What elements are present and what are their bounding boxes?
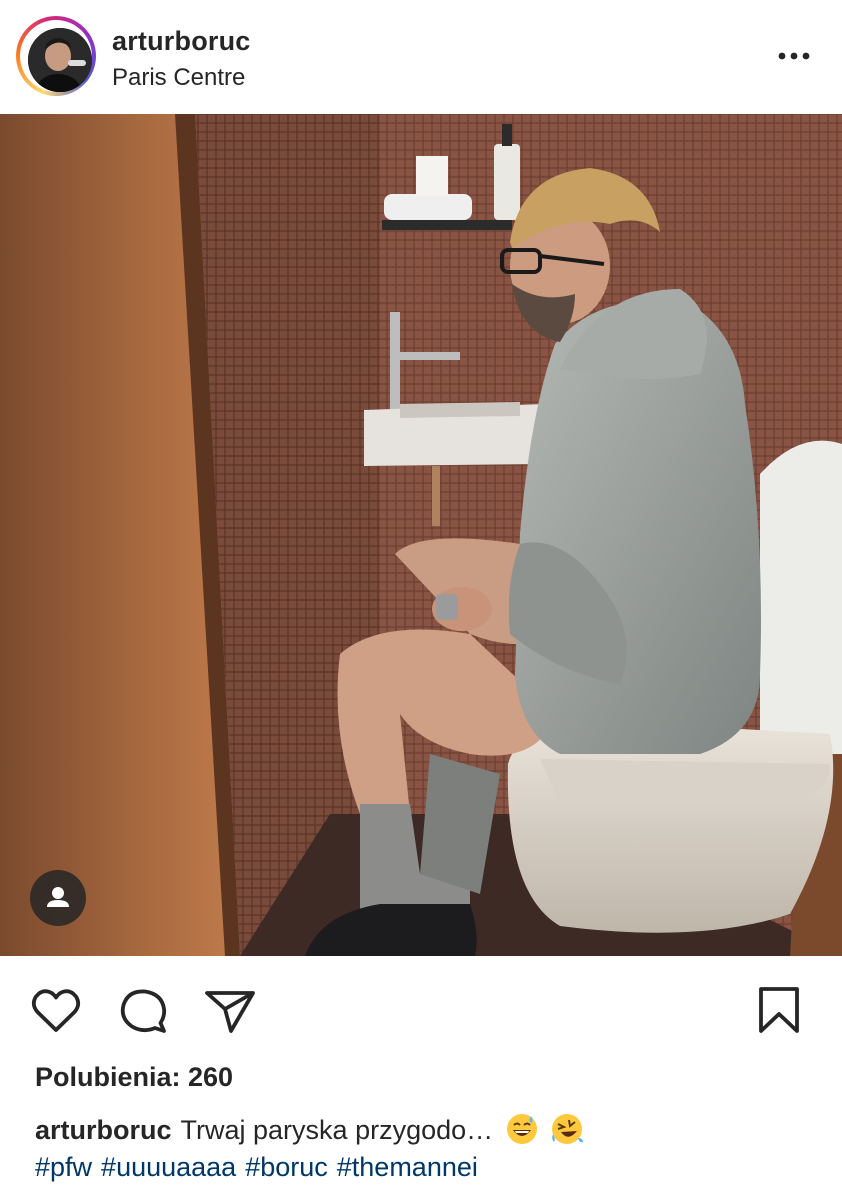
post-header: arturboruc Paris Centre bbox=[0, 0, 842, 114]
story-ring[interactable] bbox=[16, 16, 96, 96]
paper-plane-icon bbox=[205, 991, 255, 1033]
bookmark-icon bbox=[759, 987, 799, 1033]
avatar-photo bbox=[28, 28, 92, 92]
likes-count[interactable]: Polubienia: 260 bbox=[35, 1062, 233, 1093]
tagged-users-button[interactable] bbox=[30, 870, 86, 926]
hashtag-link[interactable]: #uuuuaaaa bbox=[101, 1152, 236, 1182]
grinning-sweat-emoji bbox=[505, 1112, 539, 1146]
hashtag-link[interactable]: #themannei bbox=[337, 1152, 478, 1182]
rofl-emoji bbox=[550, 1112, 584, 1146]
caption-username[interactable]: arturboruc bbox=[35, 1115, 172, 1145]
more-options-button[interactable] bbox=[770, 40, 818, 72]
caption-text: Trwaj paryska przygodo… bbox=[180, 1115, 494, 1145]
post-photo[interactable] bbox=[0, 114, 842, 956]
post-image bbox=[0, 114, 842, 956]
avatar-gap bbox=[20, 20, 92, 92]
comment-icon bbox=[120, 989, 167, 1033]
like-button[interactable] bbox=[29, 984, 83, 1038]
comment-button[interactable] bbox=[116, 984, 170, 1038]
hashtag-link[interactable]: #pfw bbox=[35, 1152, 92, 1182]
caption: arturboruc Trwaj paryska przygodo… bbox=[35, 1112, 584, 1146]
hashtags: #pfw #uuuuaaaa #boruc #themannei bbox=[35, 1152, 487, 1183]
heart-icon bbox=[31, 989, 81, 1032]
more-dots-icon bbox=[778, 52, 810, 60]
avatar[interactable] bbox=[28, 28, 92, 92]
user-tag-icon bbox=[47, 887, 69, 907]
action-bar bbox=[0, 966, 842, 1056]
share-button[interactable] bbox=[203, 984, 257, 1038]
location[interactable]: Paris Centre bbox=[112, 64, 245, 92]
username[interactable]: arturboruc bbox=[112, 26, 251, 57]
hashtag-link[interactable]: #boruc bbox=[245, 1152, 328, 1182]
save-button[interactable] bbox=[752, 984, 806, 1038]
